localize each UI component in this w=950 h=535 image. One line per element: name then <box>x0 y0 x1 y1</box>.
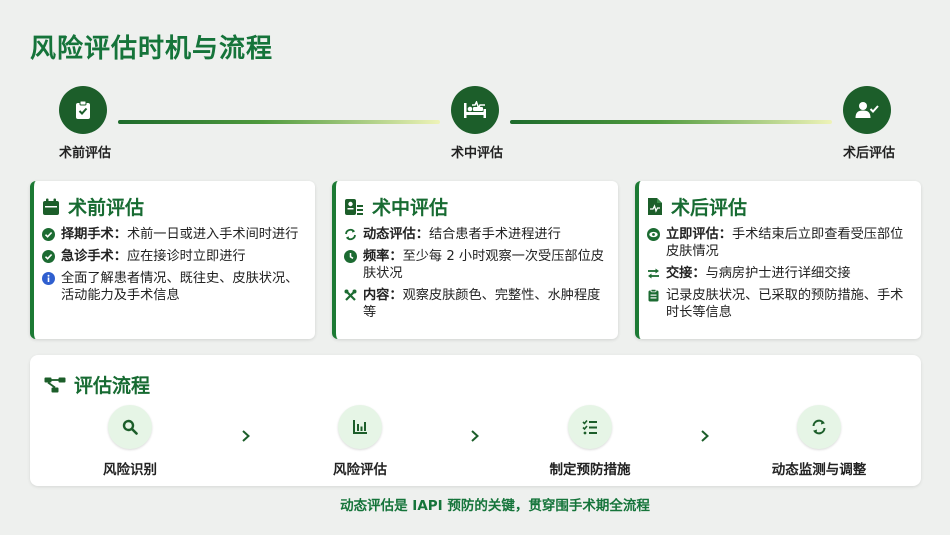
clipboard-check-icon <box>76 100 90 119</box>
item-text: 应在接诊时立即进行 <box>126 249 246 264</box>
intraop-card: 术中评估 动态评估：结合患者手术进程进行 频率：至少每 2 小时观察一次受压部位… <box>332 181 618 339</box>
item-text: 记录皮肤状况、已采取的预防措施、手术时长等信息 <box>666 288 904 320</box>
item-label: 动态评估： <box>363 227 429 242</box>
card-title: 术后评估 <box>671 197 748 219</box>
card-item: 交接：与病房护士进行详细交接 <box>647 265 915 282</box>
step-icon-circle <box>338 405 382 449</box>
item-label: 交接： <box>666 266 706 281</box>
card-item: 急诊手术：应在接诊时立即进行 <box>42 248 309 265</box>
step-label: 风险评估 <box>333 462 387 478</box>
refresh-icon <box>812 419 826 435</box>
item-text: 全面了解患者情况、既往史、皮肤状况、活动能力及手术信息 <box>61 271 299 303</box>
step-icon-circle <box>568 405 612 449</box>
timeline-label-postop: 术后评估 <box>843 146 896 161</box>
flow-step-risk-assessment: 风险评估 <box>290 405 430 478</box>
item-label: 内容： <box>363 288 403 303</box>
page-title: 风险评估时机与流程 <box>30 34 274 64</box>
item-label: 立即评估： <box>666 227 732 242</box>
assessment-timeline: 术前评估 术中评估 术后评估 <box>0 86 950 166</box>
timeline-label-preop: 术前评估 <box>59 146 112 161</box>
card-item: 全面了解患者情况、既往史、皮肤状况、活动能力及手术信息 <box>42 270 309 304</box>
timeline-label-intraop: 术中评估 <box>451 146 504 161</box>
clock-icon <box>344 250 357 263</box>
preop-card: 术前评估 择期手术：术前一日或进入手术间时进行 急诊手术：应在接诊时立即进行 全… <box>30 181 315 339</box>
card-item: 立即评估：手术结束后立即查看受压部位皮肤情况 <box>647 226 915 260</box>
tools-icon <box>344 289 357 301</box>
item-label: 频率： <box>363 249 403 264</box>
step-label: 动态监测与调整 <box>771 462 867 478</box>
eye-icon <box>647 228 660 241</box>
chart-bar-icon <box>353 420 367 434</box>
step-icon-circle <box>797 405 841 449</box>
footer-note: 动态评估是 IAPI 预防的关键，贯穿围手术期全流程 <box>340 498 650 514</box>
clipboard-icon <box>648 289 659 302</box>
check-circle-icon <box>42 250 55 263</box>
flow-step-prevention-measures: 制定预防措施 <box>520 405 660 478</box>
item-label: 择期手术： <box>61 227 127 242</box>
check-circle-icon <box>42 228 55 241</box>
timeline-connector <box>510 120 832 124</box>
user-check-icon <box>855 102 879 118</box>
calendar-icon <box>43 198 59 215</box>
bed-pulse-icon <box>464 101 486 118</box>
info-circle-icon <box>42 272 55 285</box>
id-badge-icon <box>345 198 363 215</box>
file-medical-icon <box>648 198 662 215</box>
timeline-node-preop <box>59 86 107 134</box>
item-text: 与病房护士进行详细交接 <box>705 266 851 281</box>
card-title: 术前评估 <box>68 197 145 219</box>
card-item: 择期手术：术前一日或进入手术间时进行 <box>42 226 309 243</box>
flow-step-dynamic-monitoring: 动态监测与调整 <box>749 405 889 478</box>
timeline-node-intraop <box>451 86 499 134</box>
timeline-connector <box>118 120 440 124</box>
item-label: 急诊手术： <box>61 249 127 264</box>
project-diagram-icon <box>44 377 66 392</box>
item-text: 结合患者手术进程进行 <box>428 227 561 242</box>
postop-card: 术后评估 立即评估：手术结束后立即查看受压部位皮肤情况 交接：与病房护士进行详细… <box>635 181 921 339</box>
tasks-icon <box>582 419 597 435</box>
sync-icon <box>345 228 356 241</box>
step-label: 制定预防措施 <box>549 462 631 478</box>
chevron-right-icon <box>471 430 479 442</box>
card-item: 动态评估：结合患者手术进程进行 <box>344 226 612 243</box>
assessment-flow-panel: 评估流程 风险识别 风险评估 制定预防措施 动态监测与调整 <box>30 355 921 486</box>
chevron-right-icon <box>242 430 250 442</box>
step-icon-circle <box>108 405 152 449</box>
flow-step-risk-identification: 风险识别 <box>60 405 200 478</box>
card-item: 记录皮肤状况、已采取的预防措施、手术时长等信息 <box>647 287 915 321</box>
item-text: 术前一日或进入手术间时进行 <box>126 227 299 242</box>
exchange-icon <box>648 268 659 279</box>
chevron-right-icon <box>701 430 709 442</box>
card-item: 内容：观察皮肤颜色、完整性、水肿程度等 <box>344 287 612 321</box>
card-title: 术中评估 <box>372 197 449 219</box>
timeline-node-postop <box>843 86 891 134</box>
step-label: 风险识别 <box>103 462 157 478</box>
flow-title: 评估流程 <box>74 375 151 397</box>
card-item: 频率：至少每 2 小时观察一次受压部位皮肤状况 <box>344 248 612 282</box>
search-icon <box>122 419 138 435</box>
